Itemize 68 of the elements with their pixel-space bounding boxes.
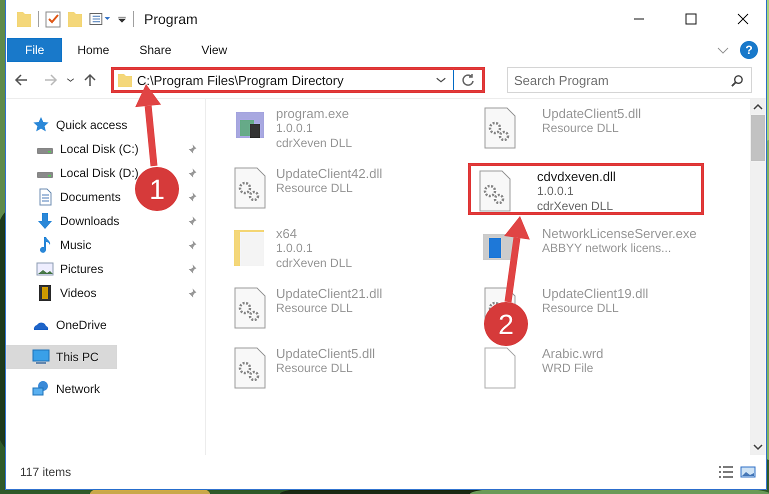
nav-item[interactable]: Local Disk (D:)	[6, 161, 143, 185]
step-badge: 2	[484, 302, 528, 346]
window-title: Program	[144, 11, 198, 27]
ribbon-tab[interactable]: Home	[62, 38, 124, 62]
ribbon-tab[interactable]: File	[7, 38, 62, 62]
nav-item[interactable]: Downloads	[6, 209, 124, 233]
nav-item[interactable]: Local Disk (C:)	[6, 137, 143, 161]
nav-item[interactable]: Pictures	[6, 257, 108, 281]
nav-item[interactable]: Network	[6, 377, 104, 401]
document-icon	[40, 188, 52, 206]
cloud-icon	[34, 322, 48, 330]
file-detail: 1.0.0.1	[537, 184, 575, 199]
search-icon[interactable]	[731, 74, 744, 87]
file-detail: cdrXeven DLL	[537, 199, 614, 214]
file-detail: ABBYY network licens...	[542, 241, 672, 256]
file-detail: Resource DLL	[276, 301, 354, 316]
scroll-up-icon[interactable]	[753, 102, 763, 112]
address-field[interactable]: C:\Program Files\Program Directory	[111, 67, 485, 93]
file-detail: 1.0.0.1	[276, 241, 314, 256]
pictures-icon	[36, 262, 54, 276]
scrollbar-thumb[interactable]	[751, 115, 765, 161]
file-detail: Resource DLL	[276, 361, 354, 376]
maximize-icon[interactable]	[685, 13, 697, 25]
search-field[interactable]: Search Program	[507, 67, 752, 93]
gear-file-icon	[234, 168, 266, 208]
star-icon	[33, 117, 49, 132]
refresh-icon[interactable]	[461, 73, 475, 87]
nav-item[interactable]: Quick access	[6, 113, 132, 137]
gear-file-icon	[234, 288, 266, 328]
nav-item[interactable]: Videos	[6, 281, 100, 305]
close-icon[interactable]	[737, 13, 749, 25]
ribbon-tab[interactable]: Share	[124, 38, 186, 62]
application-icon	[236, 112, 264, 138]
folder-icon	[234, 230, 264, 266]
down-arrow-icon	[38, 213, 52, 229]
checklist-icon[interactable]	[45, 10, 61, 28]
folder-icon	[117, 72, 133, 88]
network-icon	[32, 381, 48, 396]
file-detail: cdrXeven DLL	[276, 256, 352, 271]
drive-icon	[37, 148, 53, 154]
computer-icon	[32, 350, 50, 364]
nav-item[interactable]: This PC	[6, 345, 116, 369]
drive-icon	[37, 172, 53, 178]
nav-item[interactable]: OneDrive	[6, 313, 111, 337]
blank-file-icon	[484, 348, 516, 388]
large-icons-view-icon[interactable]	[740, 465, 756, 479]
film-icon	[39, 285, 51, 301]
help-button[interactable]: ?	[740, 41, 758, 59]
nav-item[interactable]: Music	[6, 233, 96, 257]
scroll-down-icon[interactable]	[753, 442, 763, 452]
gear-file-icon	[480, 170, 510, 212]
file-detail: 1.0.0.1	[276, 121, 314, 136]
properties-icon[interactable]	[89, 10, 111, 28]
file-detail: WRD File	[542, 361, 594, 376]
up-arrow-icon[interactable]	[83, 73, 97, 87]
item-count: 117 items	[20, 465, 72, 479]
ribbon-tab[interactable]: View	[186, 38, 242, 62]
back-arrow-icon[interactable]	[14, 73, 28, 87]
details-view-icon[interactable]	[718, 465, 734, 479]
file-detail: cdrXeven DLL	[276, 136, 352, 151]
file-detail: Resource DLL	[542, 301, 620, 316]
file-detail: Resource DLL	[276, 181, 354, 196]
gear-file-icon	[234, 348, 266, 388]
music-note-icon	[40, 237, 50, 253]
nav-item[interactable]: Documents	[6, 185, 125, 209]
file-detail: Resource DLL	[542, 121, 620, 136]
file-name[interactable]: cdvdxeven.dll	[537, 169, 616, 184]
gear-file-icon	[484, 108, 516, 148]
